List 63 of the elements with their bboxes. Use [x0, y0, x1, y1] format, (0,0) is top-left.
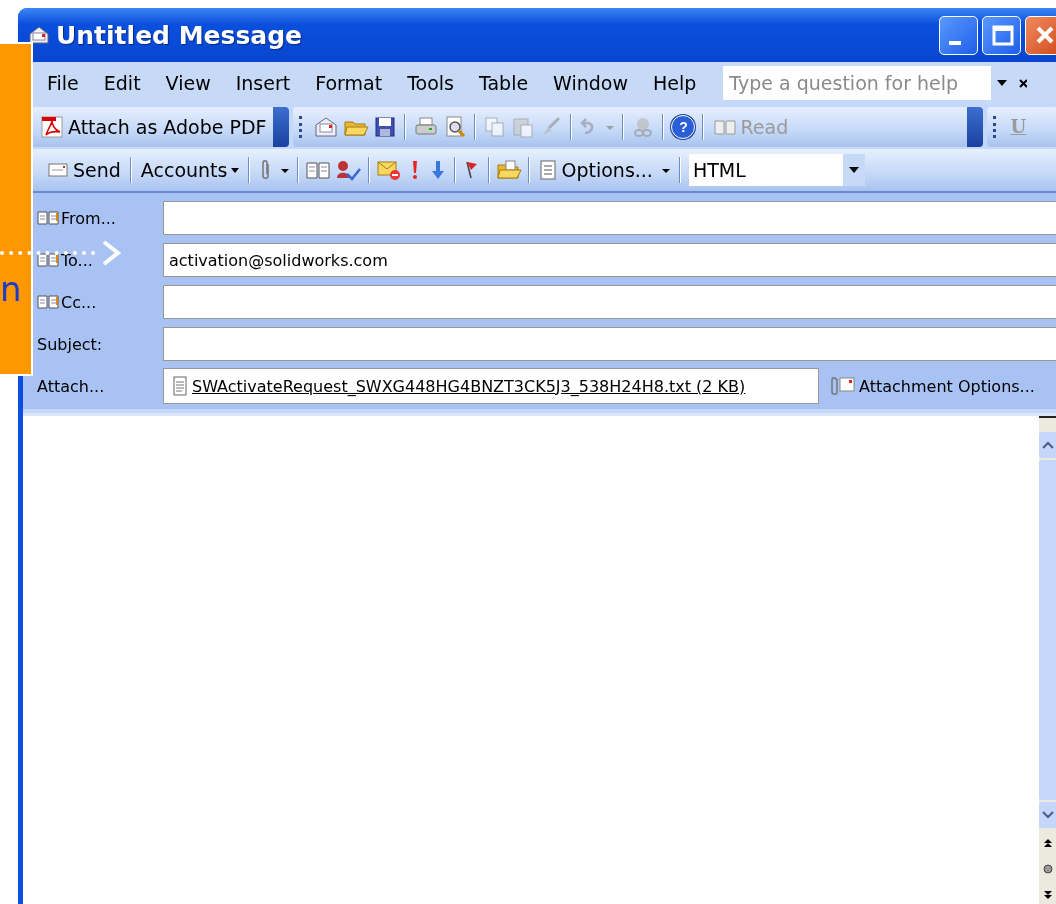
- send-button[interactable]: Send: [42, 153, 124, 187]
- minimize-icon: [948, 41, 961, 45]
- print-preview-icon[interactable]: [443, 114, 468, 139]
- help-button[interactable]: ?: [671, 114, 696, 139]
- menu-item[interactable]: Format: [301, 72, 394, 94]
- envelope-icon[interactable]: [376, 158, 403, 182]
- address-book-icon: [37, 252, 59, 268]
- field-label: Subject:: [37, 334, 104, 354]
- pdf-icon: [40, 114, 64, 139]
- input-field[interactable]: [163, 327, 1056, 361]
- toolbar-options-icon[interactable]: [967, 106, 984, 147]
- check-names-icon[interactable]: [334, 158, 363, 182]
- address-book-icon: [37, 210, 59, 226]
- dropdown-arrow-icon: [848, 167, 859, 173]
- envelope-icon: [45, 162, 69, 178]
- window-title: Untitled Message: [56, 20, 302, 50]
- attachment-field[interactable]: SWActivateRequest_SWXG448HG4BNZT3CK5J3_538H24H8.txt (2 KB): [163, 368, 819, 404]
- options-button[interactable]: Options...: [536, 153, 656, 187]
- help-search-field[interactable]: Type a question for help: [723, 66, 1014, 100]
- address-book-icon: [37, 294, 59, 310]
- menu-item[interactable]: Window: [539, 72, 640, 94]
- minimize-button[interactable]: [939, 15, 978, 55]
- input-field[interactable]: [163, 285, 1056, 319]
- attachment-link[interactable]: SWActivateRequest_SWXG448HG4BNZT3CK5J3_538H24H8.txt (2 KB): [192, 376, 746, 396]
- next-page-icon[interactable]: [1043, 890, 1053, 900]
- menu-item[interactable]: Tools: [393, 72, 465, 94]
- input-field[interactable]: [163, 201, 1056, 235]
- address-button[interactable]: Cc...: [37, 287, 163, 317]
- paperclip-icon: [829, 375, 857, 397]
- browse-object-icon[interactable]: [1043, 864, 1053, 874]
- menu-item[interactable]: Insert: [221, 72, 302, 94]
- up-chevron-icon: [1042, 441, 1054, 449]
- attach-pdf-button[interactable]: Attach as Adobe PDF: [37, 109, 270, 144]
- down-chevron-icon: [1042, 811, 1054, 819]
- accounts-button[interactable]: Accounts: [137, 153, 243, 187]
- callout-text: n: [0, 272, 22, 306]
- caret-icon: [231, 167, 240, 173]
- close-icon[interactable]: [1019, 78, 1028, 88]
- dropdown-arrow-icon: [997, 80, 1008, 86]
- address-button[interactable]: From...: [37, 203, 163, 233]
- toolbar-options-icon[interactable]: [273, 106, 290, 147]
- address-button[interactable]: To...: [37, 245, 163, 275]
- previous-page-icon[interactable]: [1043, 838, 1053, 848]
- maximize-button[interactable]: [982, 15, 1021, 55]
- scrollbar-thumb[interactable]: [1039, 460, 1056, 800]
- scroll-down-button[interactable]: [1039, 802, 1056, 828]
- menu-item[interactable]: Table: [464, 72, 540, 94]
- attach-button[interactable]: Attach...: [37, 371, 163, 401]
- menu-item[interactable]: File: [37, 72, 90, 94]
- text-file-icon: [172, 375, 188, 397]
- folder-icon[interactable]: [496, 158, 523, 182]
- attachment-options-button[interactable]: Attachment Options...: [829, 375, 1035, 397]
- vertical-scrollbar[interactable]: [1039, 416, 1056, 904]
- scroll-up-button[interactable]: [1039, 432, 1056, 458]
- menu-item[interactable]: Help: [639, 72, 708, 94]
- format-dropdown[interactable]: HTML: [688, 154, 865, 186]
- document-icon: [539, 159, 558, 181]
- save-icon[interactable]: [373, 114, 398, 139]
- menu-item[interactable]: Edit: [89, 72, 152, 94]
- book-icon: [714, 117, 737, 136]
- close-button[interactable]: [1025, 15, 1056, 55]
- menu-item[interactable]: View: [151, 72, 222, 94]
- input-field[interactable]: activation@solidworks.com: [163, 243, 1056, 277]
